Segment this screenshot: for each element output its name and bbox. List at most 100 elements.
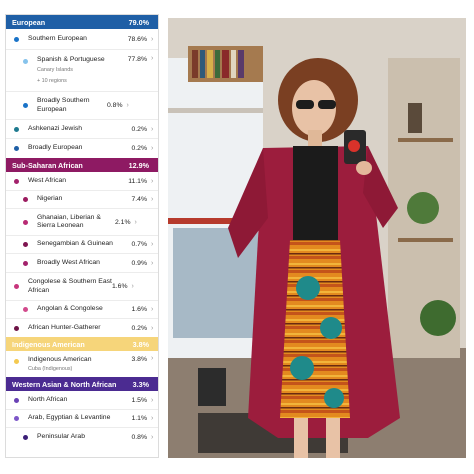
chevron-right-icon: › <box>151 306 154 313</box>
section-header-sub-saharan-african[interactable]: Sub-Saharan African 12.9% <box>6 158 158 172</box>
region-row-peninsular-arab[interactable]: Peninsular Arab 0.8% › <box>6 428 158 447</box>
region-label: West African <box>28 176 67 184</box>
color-dot-icon <box>14 325 19 331</box>
region-percent: 0.7% <box>131 241 148 248</box>
region-row-senegambian-guinean[interactable]: Senegambian & Guinean 0.7% › <box>6 236 158 254</box>
section-label: Sub-Saharan African <box>12 160 83 170</box>
chevron-right-icon: › <box>151 241 154 248</box>
region-percent: 77.8% <box>127 56 147 63</box>
color-dot-icon <box>23 435 28 440</box>
region-row-west-african[interactable]: West African 11.1% › <box>6 172 158 191</box>
region-percent: 1.6% <box>112 283 128 290</box>
section-percent: 3.3% <box>132 379 149 389</box>
chevron-right-icon: › <box>151 396 154 404</box>
region-row-southern-european[interactable]: Southern European 78.6% › <box>6 29 158 50</box>
region-row-spanish-portuguese[interactable]: Spanish & Portuguese Canary Islands + 10… <box>6 50 158 92</box>
color-dot-icon <box>23 103 28 108</box>
region-row-broadly-european[interactable]: Broadly European 0.2% › <box>6 139 158 158</box>
region-label-group: Indigenous American Cuba (Indigenous) <box>28 351 132 373</box>
color-dot-icon <box>23 307 28 312</box>
chevron-right-icon: › <box>151 355 154 362</box>
region-label: Congolese & Southern East African <box>28 278 112 294</box>
region-label: Angolan & Congolese <box>37 305 103 313</box>
section-label: European <box>12 17 46 27</box>
region-label-group: Spanish & Portuguese Canary Islands + 10… <box>37 50 128 85</box>
region-percent: 1.5% <box>131 396 148 404</box>
region-percent: 1.6% <box>131 306 148 313</box>
region-label: Spanish & Portuguese <box>37 56 105 63</box>
region-label: North African <box>28 395 68 403</box>
region-row-nigerian[interactable]: Nigerian 7.4% › <box>6 191 158 209</box>
region-row-broadly-west-african[interactable]: Broadly West African 0.9% › <box>6 254 158 273</box>
color-dot-icon <box>14 36 19 42</box>
color-dot-icon <box>23 260 28 266</box>
ancestry-breakdown-panel: European 79.0% Southern European 78.6% ›… <box>5 14 159 458</box>
chevron-right-icon: › <box>126 102 129 109</box>
region-percent: 3.8% <box>131 356 148 363</box>
region-percent: 1.1% <box>131 415 148 422</box>
chevron-right-icon: › <box>151 177 154 185</box>
region-row-ghanaian-liberian-sierra-leonean[interactable]: Ghanaian, Liberian & Sierra Leonean 2.1%… <box>6 209 158 236</box>
region-label: Southern European <box>28 34 87 42</box>
region-percent: 2.1% <box>115 218 131 226</box>
chevron-right-icon: › <box>151 415 154 422</box>
region-row-north-african[interactable]: North African 1.5% › <box>6 391 158 410</box>
section-percent: 3.8% <box>132 339 149 349</box>
section-label: Indigenous American <box>12 339 85 349</box>
region-label: Broadly Southern European <box>37 97 90 113</box>
section-label: Western Asian & North African <box>12 379 117 389</box>
color-dot-icon <box>14 397 19 403</box>
region-label: Ashkenazi Jewish <box>28 124 83 132</box>
region-row-ashkenazi-jewish[interactable]: Ashkenazi Jewish 0.2% › <box>6 120 158 139</box>
region-label: Broadly West African <box>37 258 100 266</box>
region-label: Arab, Egyptian & Levantine <box>28 414 111 422</box>
region-row-congolese-southern-east-african[interactable]: Congolese & Southern East African 1.6% › <box>6 273 158 301</box>
chevron-right-icon: › <box>151 196 154 203</box>
chevron-right-icon: › <box>151 259 154 267</box>
region-row-indigenous-american[interactable]: Indigenous American Cuba (Indigenous) 3.… <box>6 351 158 377</box>
region-row-african-hunter-gatherer[interactable]: African Hunter-Gatherer 0.2% › <box>6 319 158 337</box>
chevron-right-icon: › <box>151 145 154 152</box>
region-label: African Hunter-Gatherer <box>28 323 101 331</box>
section-header-european[interactable]: European 79.0% <box>6 15 158 29</box>
chevron-right-icon: › <box>151 35 154 43</box>
region-percent: 0.2% <box>131 125 148 133</box>
section-percent: 12.9% <box>128 160 149 170</box>
region-label: Nigerian <box>37 195 63 203</box>
color-dot-icon <box>14 178 19 184</box>
region-label: Broadly European <box>28 144 83 152</box>
more-regions-link[interactable]: + 10 regions <box>37 77 128 85</box>
region-percent: 0.8% <box>107 102 123 109</box>
region-subnote: Cuba (Indigenous) <box>28 366 73 373</box>
chevron-right-icon: › <box>131 283 134 290</box>
region-percent: 0.9% <box>131 259 148 267</box>
region-percent: 78.6% <box>127 35 147 43</box>
section-percent: 79.0% <box>128 17 149 27</box>
section-header-western-asian-north-african[interactable]: Western Asian & North African 3.3% <box>6 377 158 391</box>
region-label: Peninsular Arab <box>37 433 85 441</box>
region-percent: 0.8% <box>131 434 148 441</box>
region-label: Senegambian & Guinean <box>37 240 113 248</box>
chevron-right-icon: › <box>151 125 154 133</box>
mirror-selfie-photo <box>168 18 466 458</box>
region-row-angolan-congolese[interactable]: Angolan & Congolese 1.6% › <box>6 301 158 319</box>
color-dot-icon <box>14 359 19 364</box>
color-dot-icon <box>14 284 19 289</box>
color-dot-icon <box>14 146 19 151</box>
chevron-right-icon: › <box>151 324 154 332</box>
chevron-right-icon: › <box>151 434 154 441</box>
region-row-arab-egyptian-levantine[interactable]: Arab, Egyptian & Levantine 1.1% › <box>6 410 158 428</box>
region-subnote: Canary Islands <box>37 67 73 74</box>
chevron-right-icon: › <box>151 55 154 62</box>
region-percent: 11.1% <box>128 177 147 185</box>
color-dot-icon <box>14 126 19 132</box>
color-dot-icon <box>23 219 28 225</box>
region-percent: 7.4% <box>131 196 148 203</box>
chevron-right-icon: › <box>134 218 137 226</box>
region-label: Indigenous American <box>28 356 92 363</box>
region-row-broadly-southern-european[interactable]: Broadly Southern European 0.8% › <box>6 92 158 120</box>
color-dot-icon <box>14 416 19 421</box>
region-percent: 0.2% <box>131 324 148 332</box>
section-header-indigenous-american[interactable]: Indigenous American 3.8% <box>6 337 158 351</box>
region-percent: 0.2% <box>131 145 148 152</box>
